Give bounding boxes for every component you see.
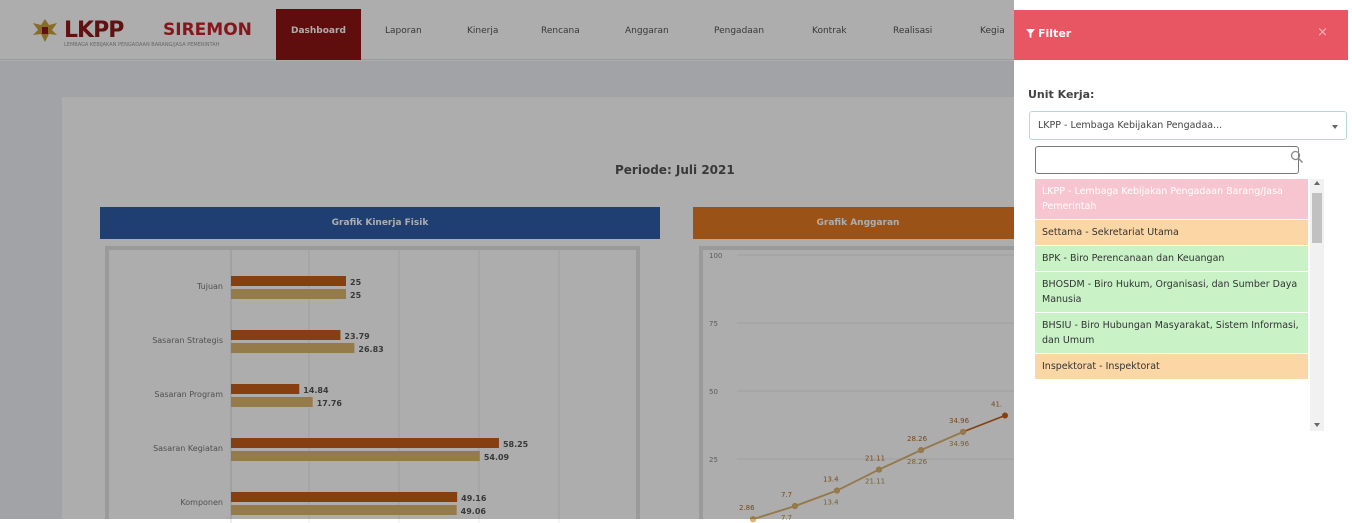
close-icon[interactable]: ×	[1317, 25, 1328, 40]
unit-option[interactable]: BPK - Biro Perencanaan dan Keuangan	[1035, 246, 1308, 272]
unit-kerja-select[interactable]: LKPP - Lembaga Kebijakan Pengadaa...	[1029, 111, 1347, 140]
chevron-down-icon	[1332, 125, 1338, 129]
scroll-thumb[interactable]	[1312, 193, 1322, 243]
modal-backdrop[interactable]	[0, 0, 1014, 519]
scroll-down-icon[interactable]	[1314, 423, 1320, 427]
unit-kerja-label: Unit Kerja:	[1028, 88, 1095, 101]
unit-kerja-selected-value: LKPP - Lembaga Kebijakan Pengadaa...	[1038, 120, 1223, 131]
unit-option[interactable]: Settama - Sekretariat Utama	[1035, 220, 1308, 246]
filter-title-text: Filter	[1038, 27, 1072, 40]
unit-search-input[interactable]	[1035, 146, 1299, 174]
options-scrollbar[interactable]	[1310, 179, 1324, 431]
filter-title: Filter	[1026, 27, 1071, 40]
filter-sidebar: Filter × Unit Kerja: LKPP - Lembaga Kebi…	[1014, 0, 1352, 519]
unit-option[interactable]: BHOSDM - Biro Hukum, Organisasi, dan Sum…	[1035, 272, 1308, 313]
search-icon	[1290, 150, 1303, 163]
unit-options-list: LKPP - Lembaga Kebijakan Pengadaan Baran…	[1035, 179, 1308, 431]
filter-header: Filter ×	[1014, 10, 1348, 60]
filter-funnel-icon	[1026, 29, 1035, 38]
scroll-up-icon[interactable]	[1314, 181, 1320, 185]
unit-option[interactable]: LKPP - Lembaga Kebijakan Pengadaan Baran…	[1035, 179, 1308, 220]
unit-option[interactable]: Inspektorat - Inspektorat	[1035, 354, 1308, 380]
unit-option[interactable]: BHSIU - Biro Hubungan Masyarakat, Sistem…	[1035, 313, 1308, 354]
